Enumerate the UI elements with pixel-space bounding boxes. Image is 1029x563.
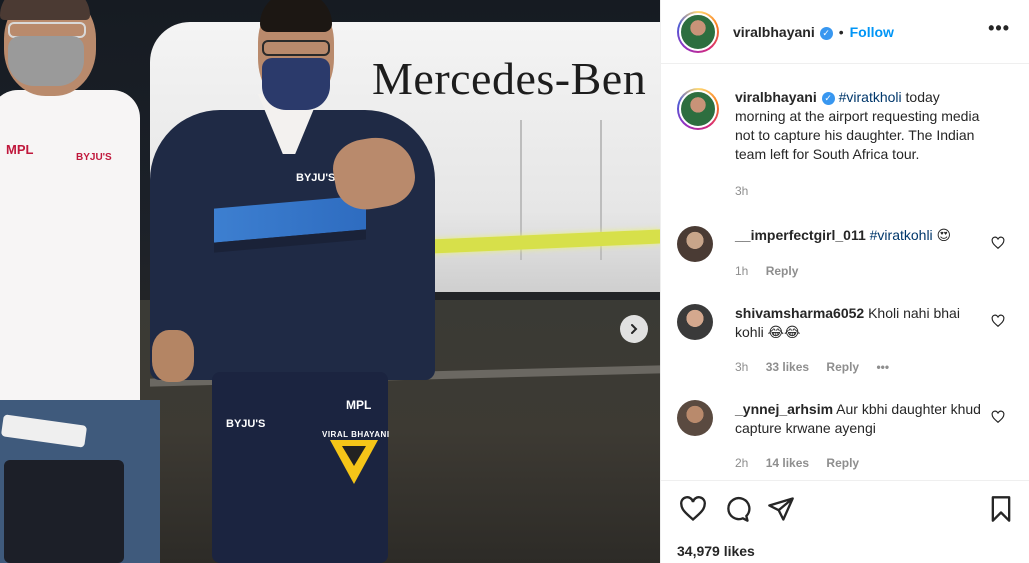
header-username[interactable]: viralbhayani ✓ (733, 24, 833, 40)
post-sidebar: viralbhayani ✓ • Follow ••• viralbhayani ✓… (660, 0, 1029, 563)
person-left-bag (4, 460, 124, 563)
post-photo[interactable]: Mercedes-Ben MPL BYJU'S BYJU'S MPL BYJU'… (0, 0, 660, 563)
heart-icon[interactable] (991, 410, 1005, 424)
caption: viralbhayani ✓ #viratkholi today morning … (677, 88, 1017, 208)
verified-icon: ✓ (819, 26, 833, 40)
reply-button[interactable]: Reply (826, 456, 859, 470)
bookmark-icon[interactable] (987, 495, 1015, 523)
shirt-badge-mpl: MPL (6, 142, 34, 157)
watermark-text: VIRAL BHAYANI (322, 430, 390, 439)
heart-icon[interactable] (991, 236, 1005, 250)
separator-dot: • (838, 23, 844, 40)
comment-hashtag[interactable]: #viratkohli (870, 227, 933, 243)
likes-count[interactable]: 34,979 likes (677, 543, 755, 559)
comment-username[interactable]: _ynnej_arhsim (735, 401, 833, 417)
avatar[interactable] (677, 10, 719, 53)
person-main-mask (262, 58, 330, 110)
caption-avatar[interactable] (677, 88, 719, 130)
comment-time: 1h (735, 264, 749, 278)
verified-icon: ✓ (821, 92, 835, 105)
comment-avatar[interactable] (677, 400, 713, 436)
comment-item: _ynnej_arhsim Aur kbhi daughter khud cap… (677, 400, 1017, 480)
comment-item: shivamsharma6052 Kholi nahi bhai kohli 😂… (677, 304, 1017, 384)
like-heart-icon[interactable] (679, 495, 707, 523)
bus-brand-text: Mercedes-Ben (372, 53, 647, 104)
shirt-badge-byjus: BYJU'S (76, 152, 112, 163)
person-left-mask (8, 36, 84, 86)
share-icon[interactable] (767, 495, 795, 523)
comment-likes[interactable]: 33 likes (766, 360, 809, 374)
pants-logo-byjus: BYJU'S (226, 418, 266, 430)
next-photo-button[interactable] (620, 315, 648, 343)
reply-button[interactable]: Reply (766, 264, 799, 278)
comment-text: 😍 (932, 227, 952, 243)
comment-avatar[interactable] (677, 226, 713, 262)
heart-icon[interactable] (991, 314, 1005, 328)
comment-username[interactable]: shivamsharma6052 (735, 305, 864, 321)
caption-time: 3h (735, 184, 749, 198)
jacket-logo: BYJU'S (296, 172, 336, 184)
reply-button[interactable]: Reply (826, 360, 859, 374)
comment-icon[interactable] (723, 495, 751, 523)
person-left-shirt (0, 90, 140, 420)
post-header: viralbhayani ✓ • Follow ••• (661, 0, 1029, 64)
caption-hashtag[interactable]: #viratkholi (839, 89, 902, 105)
comment-avatar[interactable] (677, 304, 713, 340)
comment-time: 3h (735, 360, 749, 374)
comment-more-icon[interactable]: ••• (876, 360, 889, 374)
comment-item: __imperfectgirl_011 #viratkohli 😍 1h Rep… (677, 226, 1017, 286)
chevron-right-icon (631, 324, 638, 334)
action-bar: 34,979 likes (661, 480, 1029, 563)
comment-time: 2h (735, 456, 749, 470)
pants-logo-mpl: MPL (346, 398, 372, 412)
caption-username[interactable]: viralbhayani (735, 89, 817, 105)
more-options-icon[interactable]: ••• (988, 18, 1010, 39)
comment-username[interactable]: __imperfectgirl_011 (735, 227, 866, 243)
comments-section[interactable]: viralbhayani ✓ #viratkholi today morning … (661, 64, 1029, 480)
comment-likes[interactable]: 14 likes (766, 456, 809, 470)
follow-button[interactable]: Follow (850, 24, 894, 40)
